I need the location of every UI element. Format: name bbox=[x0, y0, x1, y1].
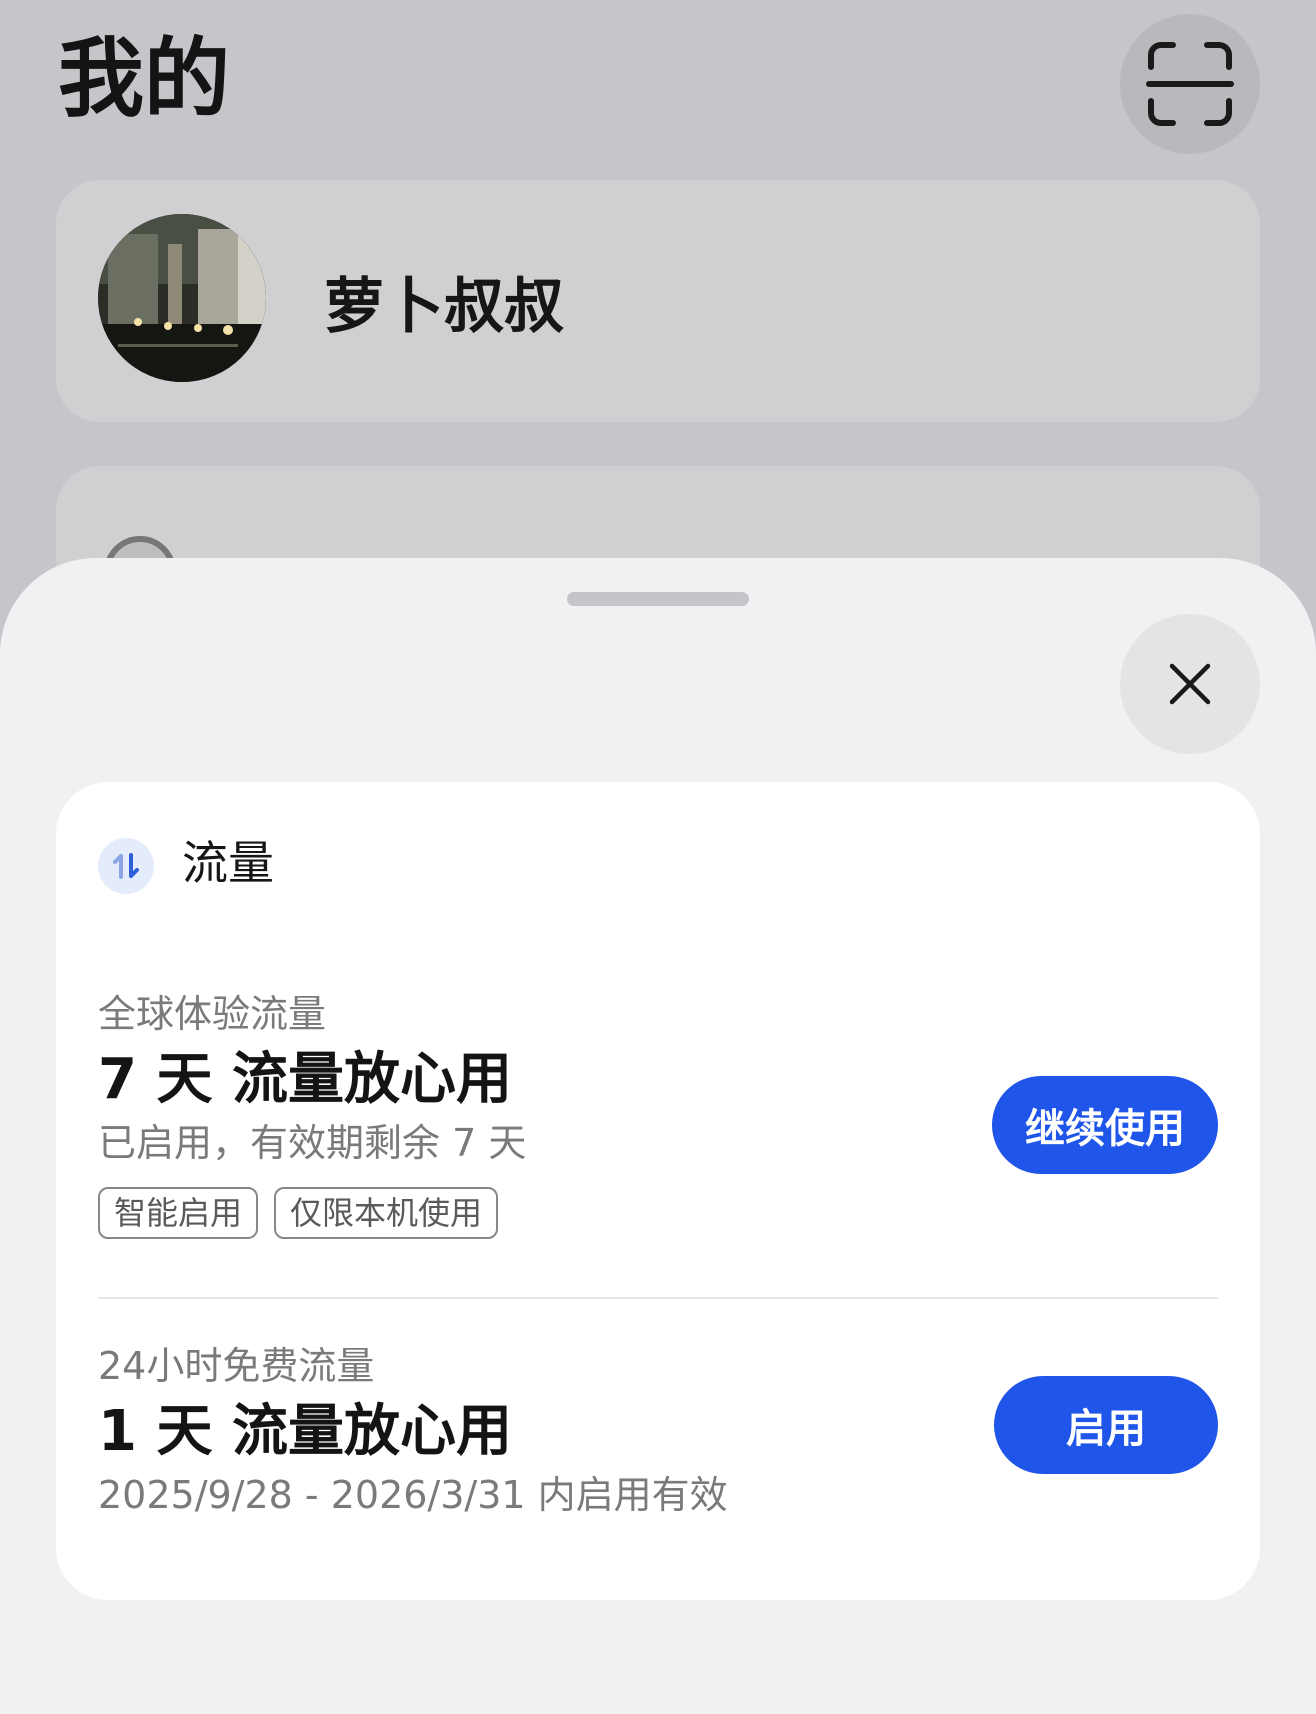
divider bbox=[98, 1297, 1218, 1299]
avatar bbox=[98, 214, 266, 382]
bottom-sheet: 流量 全球体验流量 7 天 流量放心用 已启用，有效期剩余 7 天 智能启用 仅… bbox=[0, 558, 1316, 1714]
tag-this-device-only: 仅限本机使用 bbox=[274, 1186, 499, 1239]
continue-button[interactable]: 继续使用 bbox=[992, 1076, 1218, 1174]
close-button[interactable] bbox=[1120, 614, 1260, 754]
close-icon bbox=[1169, 663, 1211, 705]
data-card: 流量 全球体验流量 7 天 流量放心用 已启用，有效期剩余 7 天 智能启用 仅… bbox=[56, 782, 1260, 1600]
profile-card[interactable]: 萝卜叔叔 bbox=[56, 180, 1260, 422]
card-title: 流量 bbox=[182, 836, 274, 890]
plan-validity: 2025/9/28 - 2026/3/31 内启用有效 bbox=[98, 1473, 728, 1518]
plan-tags: 智能启用 仅限本机使用 bbox=[98, 1186, 1218, 1239]
scan-button[interactable] bbox=[1120, 14, 1260, 154]
drag-handle[interactable] bbox=[567, 592, 749, 606]
data-transfer-icon bbox=[98, 838, 154, 894]
plan-24h-free: 24小时免费流量 1 天 流量放心用 2025/9/28 - 2026/3/31… bbox=[98, 1342, 1218, 1542]
scan-icon bbox=[1146, 42, 1234, 126]
profile-name: 萝卜叔叔 bbox=[324, 272, 564, 342]
page-title: 我的 bbox=[58, 29, 230, 129]
plan-subtitle: 全球体验流量 bbox=[98, 992, 327, 1036]
enable-button[interactable]: 启用 bbox=[994, 1376, 1218, 1474]
tag-smart-enable: 智能启用 bbox=[98, 1186, 259, 1239]
plan-global-trial: 全球体验流量 7 天 流量放心用 已启用，有效期剩余 7 天 智能启用 仅限本机… bbox=[98, 990, 1218, 1240]
